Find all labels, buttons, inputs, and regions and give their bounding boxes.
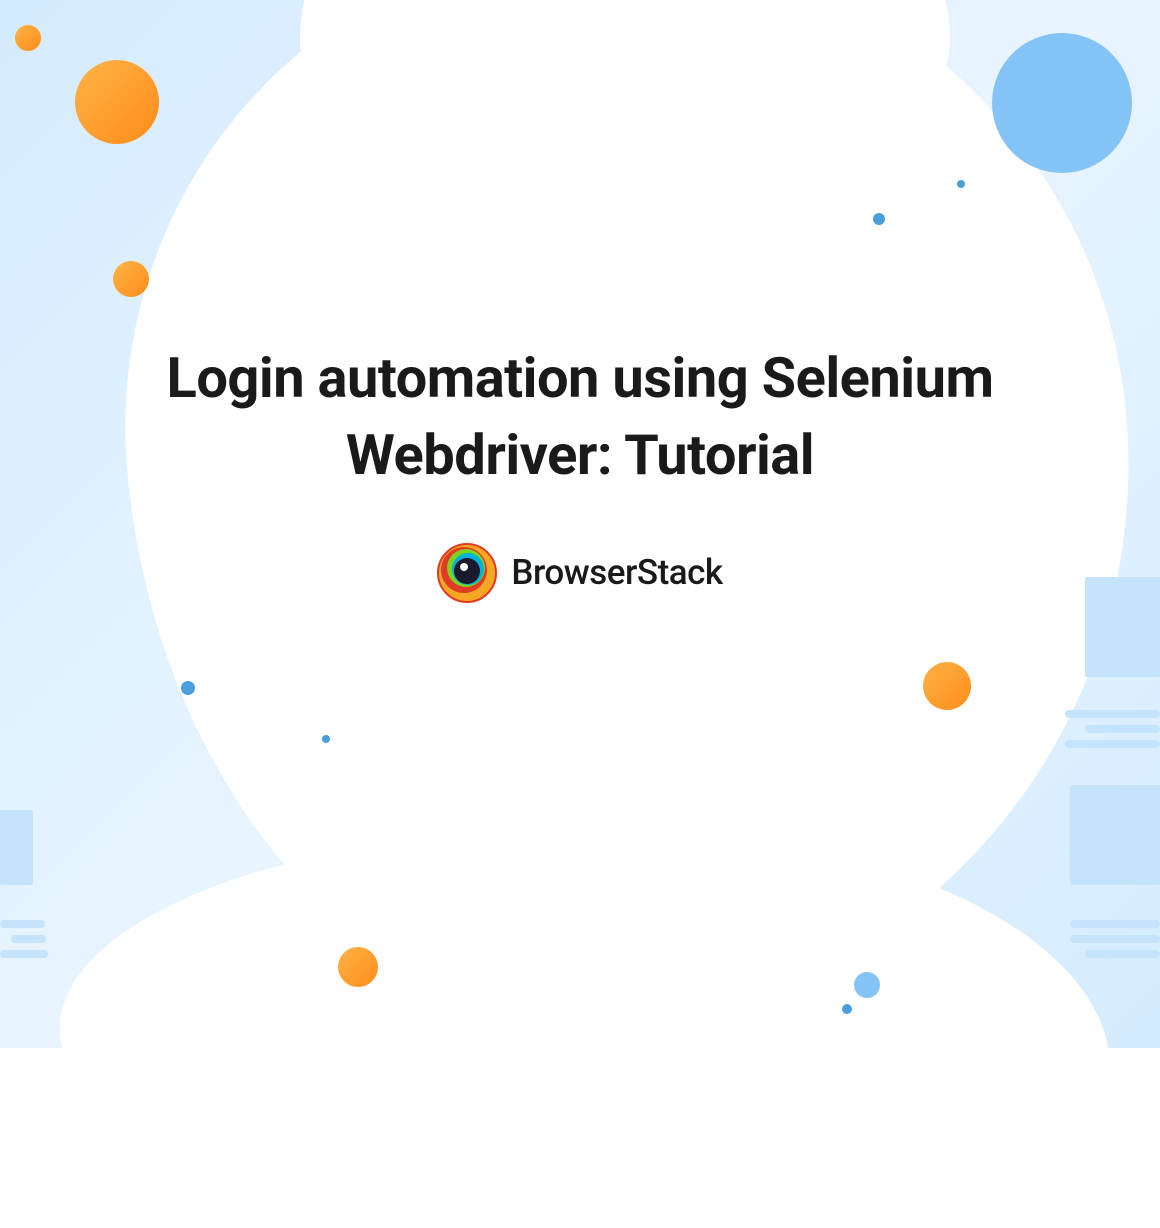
decorative-circle bbox=[842, 1004, 852, 1014]
blob-shape bbox=[60, 828, 1110, 1228]
decorative-line bbox=[1085, 725, 1160, 733]
decorative-line bbox=[1065, 710, 1160, 718]
decorative-circle bbox=[15, 25, 41, 51]
decorative-file bbox=[0, 810, 33, 885]
promo-card: Login automation using Selenium Webdrive… bbox=[0, 0, 1160, 1048]
decorative-circle bbox=[854, 972, 880, 998]
article-title: Login automation using Selenium Webdrive… bbox=[0, 340, 1160, 495]
decorative-line bbox=[1070, 920, 1160, 928]
decorative-circle bbox=[338, 947, 378, 987]
decorative-line bbox=[1085, 950, 1160, 958]
decorative-circle bbox=[113, 261, 149, 297]
decorative-circle bbox=[322, 735, 330, 743]
decorative-circle bbox=[181, 681, 195, 695]
decorative-file bbox=[1070, 785, 1160, 885]
decorative-circle bbox=[873, 213, 885, 225]
decorative-circle bbox=[75, 60, 159, 144]
decorative-line bbox=[0, 920, 45, 928]
decorative-circle bbox=[923, 662, 971, 710]
decorative-line bbox=[1070, 935, 1160, 943]
content-area: Login automation using Selenium Webdrive… bbox=[0, 340, 1160, 603]
brand-row: BrowserStack bbox=[0, 543, 1160, 603]
decorative-circle bbox=[992, 33, 1132, 173]
decorative-line bbox=[0, 950, 48, 958]
decorative-line bbox=[11, 935, 46, 943]
decorative-line bbox=[1065, 740, 1160, 748]
brand-name: BrowserStack bbox=[511, 552, 722, 593]
browserstack-logo-icon bbox=[437, 543, 497, 603]
decorative-circle bbox=[957, 180, 965, 188]
